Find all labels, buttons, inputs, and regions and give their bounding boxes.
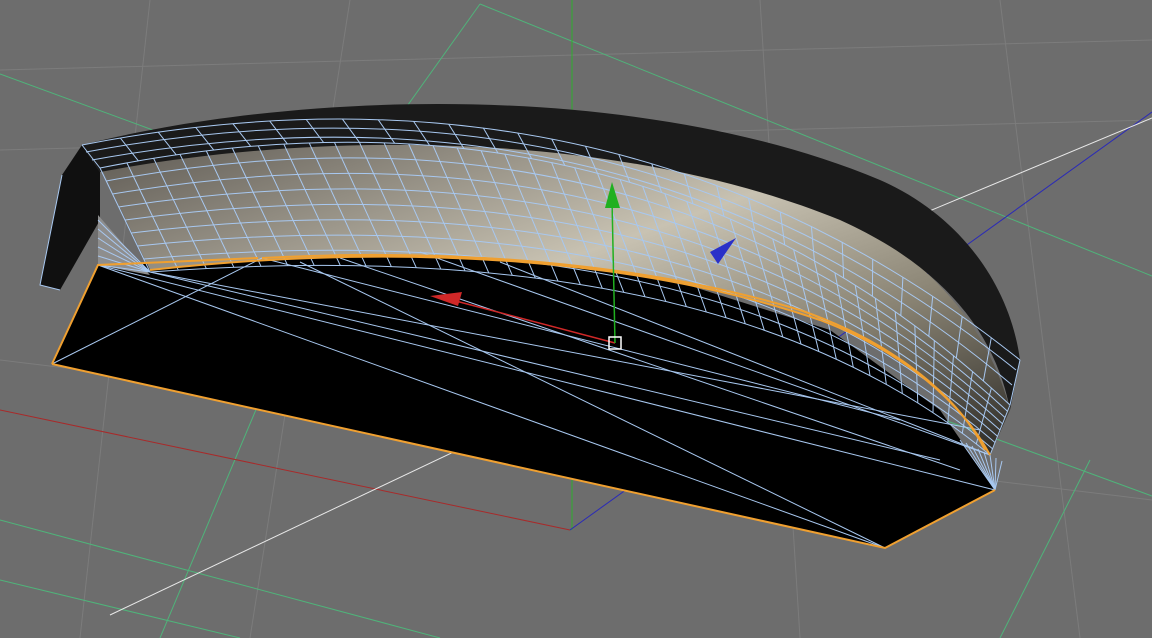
3d-viewport[interactable] <box>0 0 1152 638</box>
scene-canvas[interactable] <box>0 0 1152 638</box>
